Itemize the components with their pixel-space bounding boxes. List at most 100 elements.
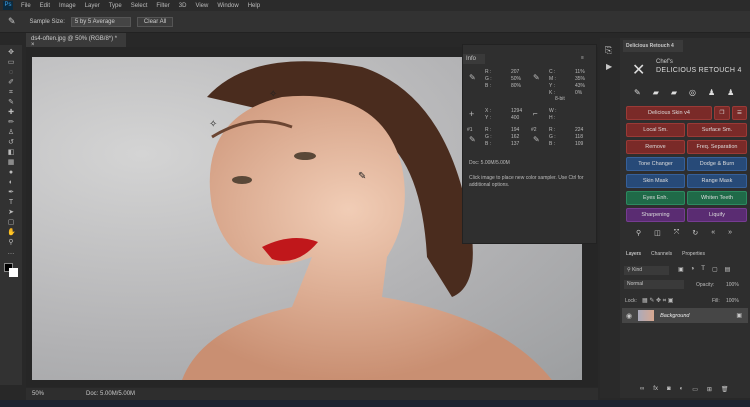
bit-depth: 8-bit [555,96,565,102]
smart-filter-icon[interactable]: ▤ [725,266,731,273]
clone-stamp-icon[interactable]: ♙ [7,129,15,137]
pen-tool-icon[interactable]: ✒ [7,189,15,197]
blend-mode-select[interactable]: Normal [624,280,684,289]
bandage-2-icon[interactable]: ▰ [671,88,677,97]
link-layers-icon[interactable]: ∞ [640,386,644,393]
layer-row-background[interactable]: ◉ Background ▣ [622,308,748,323]
crop-tool-icon[interactable]: ⌗ [7,89,15,97]
menu-3d[interactable]: 3D [179,3,187,9]
tab-properties[interactable]: Properties [682,251,705,257]
settings-sliders-icon[interactable]: ☰ [732,106,747,120]
eyedropper-icon: ✎ [469,135,476,144]
new-layer-icon[interactable]: ⊞ [707,386,712,393]
plugin-tab[interactable]: Delicious Retouch 4 [623,40,683,52]
circle-icon[interactable]: ◎ [689,88,696,97]
quick-select-tool-icon[interactable]: ✐ [7,79,15,87]
shape-tool-icon[interactable]: ▢ [7,219,15,227]
tab-layers[interactable]: Layers [626,251,641,257]
clear-all-button[interactable]: Clear All [136,16,174,27]
tab-channels[interactable]: Channels [651,251,672,257]
dodge-burn-button[interactable]: Dodge & Burn [687,157,747,171]
menu-select[interactable]: Select [131,3,148,9]
lock-icons[interactable]: ▦ ✎ ✥ ⌗ ▣ [642,297,673,305]
healing-brush-icon[interactable]: ✚ [7,109,15,117]
add-mask-icon[interactable]: ◙ [667,386,671,393]
surface-smoothing-button[interactable]: Surface Sm. [687,123,747,137]
next-icon[interactable]: » [728,229,732,237]
move-tool-icon[interactable]: ✥ [7,49,15,57]
history-panel-icon[interactable]: ⎘ [605,45,612,56]
menu-filter[interactable]: Filter [156,3,169,9]
delicious-skin-button[interactable]: Delicious Skin v4 [626,106,712,120]
dodge-tool-icon[interactable]: ◐ [7,179,15,187]
info-label: G : [485,134,492,140]
menu-file[interactable]: File [21,3,31,9]
menu-window[interactable]: Window [217,3,238,9]
lasso-tool-icon[interactable]: ◌ [7,69,15,77]
menu-type[interactable]: Type [109,3,122,9]
history-brush-icon[interactable]: ↺ [7,139,15,147]
people-icon[interactable]: ♟ [727,88,734,97]
info-tab[interactable]: Info [463,54,485,64]
layer-name[interactable]: Background [660,313,689,319]
opacity-input[interactable]: 100% [726,282,739,288]
whiten-teeth-button[interactable]: Whiten Teeth [687,191,747,205]
prev-icon[interactable]: « [711,229,715,237]
person-icon[interactable]: ♟ [708,88,715,97]
fill-input[interactable]: 100% [726,298,739,304]
eyedropper-tool-icon[interactable]: ✎ [7,99,15,107]
document-tab[interactable]: ds4-often.jpg @ 50% (RGB/8*) * × [26,33,126,48]
liquify-button[interactable]: Liquify [687,208,747,222]
eyes-enhance-button[interactable]: Eyes Enh. [626,191,685,205]
color-sampler-1[interactable]: ✧ [269,89,277,100]
range-mask-button[interactable]: Range Mask [687,174,747,188]
path-select-icon[interactable]: ➤ [7,209,15,217]
zoom-tool-icon[interactable]: ⚲ [7,239,15,247]
new-group-icon[interactable]: ▭ [692,386,698,393]
more-tools-icon[interactable]: … [7,249,15,257]
panel-menu-icon[interactable]: ≡ [581,55,584,61]
visibility-eye-icon[interactable]: ◉ [626,312,632,320]
tone-changer-button[interactable]: Tone Changer [626,157,685,171]
type-filter-icon[interactable]: T [701,266,705,273]
actions-play-icon[interactable]: ▶ [606,62,612,71]
eyedropper-tool-icon[interactable]: ✎ [8,16,16,27]
sample-size-select[interactable]: 5 by 5 Average [70,16,131,27]
dropper-icon[interactable]: ✎ [634,88,641,97]
zoom-level[interactable]: 50% [32,391,44,397]
shape-filter-icon[interactable]: ▢ [712,266,718,273]
layer-thumbnail [638,310,655,321]
menu-image[interactable]: Image [59,3,76,9]
menu-view[interactable]: View [195,3,208,9]
bandage-icon[interactable]: ▰ [653,88,659,97]
layers-icon[interactable]: ❐ [714,106,730,120]
filter-kind-select[interactable]: ⚲ Kind [624,266,669,275]
menu-edit[interactable]: Edit [40,3,50,9]
fx-icon[interactable]: fx [653,386,658,393]
menu-help[interactable]: Help [248,3,260,9]
remove-button[interactable]: Remove [626,140,685,154]
menu-layer[interactable]: Layer [85,3,100,9]
pixel-filter-icon[interactable]: ▣ [678,266,684,273]
gradient-tool-icon[interactable]: ▦ [7,159,15,167]
sharpening-button[interactable]: Sharpening [626,208,685,222]
marquee-tool-icon[interactable]: ▭ [7,59,15,67]
adjustment-layer-icon[interactable]: ◐ [680,386,684,393]
fit-icon[interactable]: ⤧ [674,229,680,237]
local-smoothing-button[interactable]: Local Sm. [626,123,685,137]
refresh-icon[interactable]: ↻ [692,229,698,237]
compare-icon[interactable]: ◫ [654,229,661,237]
delete-layer-icon[interactable]: 🗑 [721,386,729,393]
type-tool-icon[interactable]: T [7,199,15,207]
skin-mask-button[interactable]: Skin Mask [626,174,685,188]
zoom-icon[interactable]: ⚲ [636,229,641,237]
eraser-tool-icon[interactable]: ◧ [7,149,15,157]
color-swatches[interactable] [4,263,18,277]
brush-tool-icon[interactable]: ✏ [7,119,15,127]
frequency-separation-button[interactable]: Freq. Separation [687,140,747,154]
info-value: 50% [511,76,522,82]
hand-tool-icon[interactable]: ✋ [7,229,16,237]
color-sampler-2[interactable]: ✧ [209,119,217,130]
adjust-filter-icon[interactable]: ◑ [691,266,695,273]
blur-tool-icon[interactable]: ● [7,169,15,177]
